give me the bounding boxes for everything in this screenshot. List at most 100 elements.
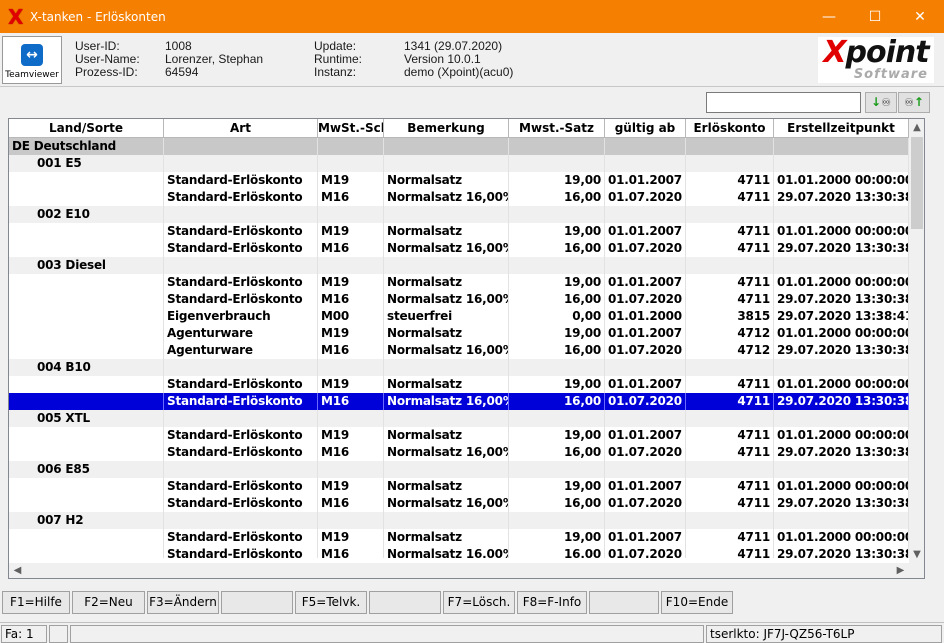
scroll-left-icon[interactable]: ◀ [9,563,26,578]
f9-empty-button[interactable] [589,591,659,614]
cell-mwst-schluessel: M16 [318,291,384,308]
cell-bemerkung: Normalsatz [384,427,509,444]
f2-new-button[interactable]: F2=Neu [72,591,145,614]
cell-art: Standard-Erlöskonto [164,376,318,393]
table-row[interactable]: Standard-Erlöskonto M19 Normalsatz 19,00 01.… [9,427,909,444]
f6-empty-button[interactable] [369,591,441,614]
cell-gueltig-ab: 01.07.2020 [605,495,686,512]
version-values: 1341 (29.07.2020) Version 10.0.1 demo (X… [404,40,513,79]
search-down-button[interactable]: ↓♾ [865,92,897,113]
header-col-erloeskonto[interactable]: Erlöskonto [686,119,774,138]
f5-button[interactable]: F5=Telvk. [295,591,367,614]
table-header: Land/Sorte Art MwSt.-Sch Bemerkung Mwst.-Sat… [9,119,909,138]
instance-value: demo (Xpoint)(acu0) [404,65,514,79]
window-title: X-tanken - Erlöskonten [30,9,166,24]
cell-gueltig-ab: 01.07.2020 [605,393,686,410]
table-row[interactable]: Standard-Erlöskonto M16 Normalsatz 16,00% 1… [9,444,909,461]
vertical-scrollbar[interactable]: ▲ ▼ [909,119,924,563]
status-box-2 [49,625,68,643]
cell-land-sorte: 001 E5 [9,155,164,172]
f10-exit-button[interactable]: F10=Ende [661,591,733,614]
header-col-bemerkung[interactable]: Bemerkung [384,119,509,138]
search-up-button[interactable]: ♾↑ [898,92,930,113]
cell-erstellzeitpunkt: 29.07.2020 13:38:41 [774,308,909,325]
minimize-button[interactable]: — [806,0,852,33]
table-row[interactable]: Standard-Erlöskonto M19 Normalsatz 19,00 01.… [9,274,909,291]
cell-art: Standard-Erlöskonto [164,240,318,257]
scroll-down-icon[interactable]: ▼ [909,546,924,563]
table-row[interactable]: Standard-Erlöskonto M19 Normalsatz 19,00 01.… [9,478,909,495]
f3-edit-button[interactable]: F3=Ändern [147,591,219,614]
cell-art: Standard-Erlöskonto [164,172,318,189]
group-row[interactable]: 003 Diesel [9,257,909,274]
cell-mwst-satz: 0,00 [509,308,605,325]
header-col-mwst-satz[interactable]: Mwst.-Satz [509,119,605,138]
table-row[interactable]: Agenturware M19 Normalsatz 19,00 01.01.2007 4… [9,325,909,342]
table-row[interactable]: Standard-Erlöskonto M16 Normalsatz 16,00% 1… [9,291,909,308]
country-row[interactable]: DE Deutschland [9,138,909,155]
revenue-accounts-table[interactable]: Land/Sorte Art MwSt.-Sch Bemerkung Mwst.-Sat… [8,118,925,579]
f8-info-button[interactable]: F8=F-Info [517,591,587,614]
horizontal-scrollbar[interactable]: ◀ ▶ [9,563,909,578]
cell-bemerkung [384,512,509,529]
cell-gueltig-ab: 01.07.2020 [605,546,686,558]
table-row[interactable]: Standard-Erlöskonto M19 Normalsatz 19,00 01.… [9,223,909,240]
close-button[interactable]: ✕ [897,0,943,33]
cell-erstellzeitpunkt: 01.01.2000 00:00:00 [774,274,909,291]
table-row[interactable]: Agenturware M16 Normalsatz 16,00% 16,00 01.0… [9,342,909,359]
f7-delete-button[interactable]: F7=Lösch. [443,591,515,614]
group-row[interactable]: 007 H2 [9,512,909,529]
cell-land-sorte [9,393,164,410]
group-row[interactable]: 002 E10 [9,206,909,223]
header-col-land-sorte[interactable]: Land/Sorte [9,119,164,138]
header-col-mwst-schluessel[interactable]: MwSt.-Sch [318,119,384,138]
group-row[interactable]: 005 XTL [9,410,909,427]
cell-mwst-schluessel: M16 [318,546,384,558]
cell-mwst-satz [509,257,605,274]
table-row[interactable]: Standard-Erlöskonto M19 Normalsatz 19,00 01.… [9,172,909,189]
cell-land-sorte [9,529,164,546]
cell-erloeskonto: 4711 [686,546,774,558]
table-row[interactable]: Standard-Erlöskonto M16 Normalsatz 16,00% 1… [9,495,909,512]
scroll-thumb[interactable] [911,137,923,229]
table-row[interactable]: Standard-Erlöskonto M19 Normalsatz 19,00 01.… [9,529,909,546]
cell-bemerkung: Normalsatz [384,325,509,342]
scroll-up-icon[interactable]: ▲ [909,119,924,136]
cell-gueltig-ab: 01.07.2020 [605,291,686,308]
f1-help-button[interactable]: F1=Hilfe [2,591,70,614]
header-col-erstellzeitpunkt[interactable]: Erstellzeitpunkt [774,119,909,138]
f4-empty-button[interactable] [221,591,293,614]
cell-art [164,257,318,274]
cell-erstellzeitpunkt: 01.01.2000 00:00:00 [774,223,909,240]
search-input[interactable] [706,92,861,113]
teamviewer-button[interactable]: Teamviewer [2,36,62,84]
cell-bemerkung [384,257,509,274]
cell-erloeskonto [686,512,774,529]
group-row[interactable]: 001 E5 [9,155,909,172]
table-row[interactable]: Standard-Erlöskonto M16 Normalsatz 16,00% 1… [9,393,909,410]
cell-land-sorte: 003 Diesel [9,257,164,274]
table-row[interactable]: Standard-Erlöskonto M16 Normalsatz 16,00% 1… [9,240,909,257]
table-row[interactable]: Standard-Erlöskonto M19 Normalsatz 19,00 01.… [9,376,909,393]
cell-erstellzeitpunkt [774,461,909,478]
group-row[interactable]: 004 B10 [9,359,909,376]
cell-mwst-satz: 16,00 [509,495,605,512]
scroll-corner [909,563,924,578]
table-row[interactable]: Eigenverbrauch M00 steuerfrei 0,00 01.01.200… [9,308,909,325]
cell-land-sorte [9,342,164,359]
header-col-art[interactable]: Art [164,119,318,138]
table-row[interactable]: Standard-Erlöskonto M16 Normalsatz 16,00% 1… [9,189,909,206]
cell-mwst-satz: 16,00 [509,546,605,558]
app-icon: X [8,4,24,29]
scroll-right-icon[interactable]: ▶ [892,563,909,578]
table-row[interactable]: Standard-Erlöskonto M16 Normalsatz 16,00% 1… [9,546,909,558]
table-body[interactable]: DE Deutschland 001 E5 Standard-Erlöskonto M… [9,138,909,558]
cell-erloeskonto [686,410,774,427]
arrow-down-icon: ↓ [871,95,882,109]
maximize-button[interactable]: ☐ [852,0,898,33]
cell-erstellzeitpunkt [774,359,909,376]
process-id-value: 64594 [165,65,199,79]
header-col-gueltig-ab[interactable]: gültig ab [605,119,686,138]
cell-mwst-schluessel: M19 [318,325,384,342]
group-row[interactable]: 006 E85 [9,461,909,478]
